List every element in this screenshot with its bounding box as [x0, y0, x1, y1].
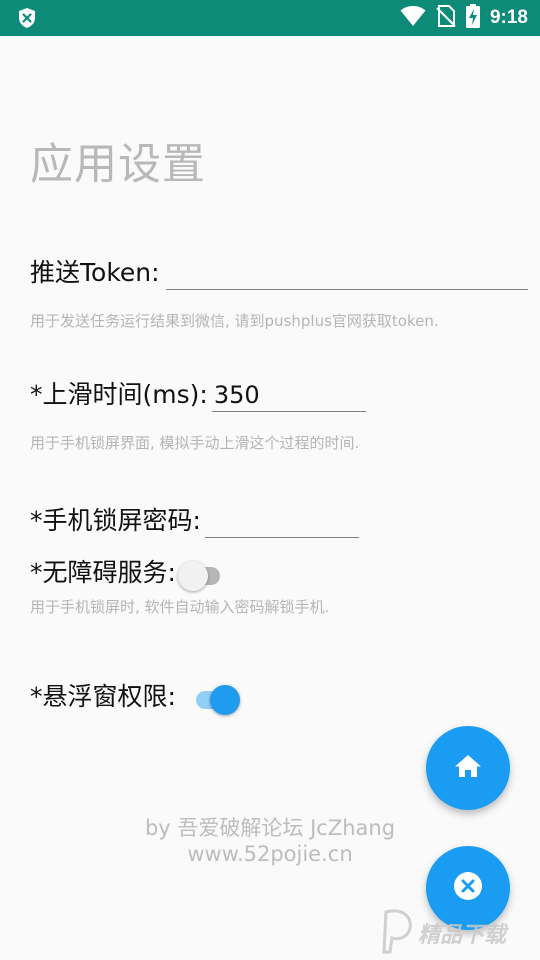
lock-password-row: *手机锁屏密码:: [30, 504, 359, 538]
battery-charging-icon: [465, 4, 480, 32]
accessibility-toggle[interactable]: [177, 557, 226, 591]
floating-window-toggle[interactable]: [190, 681, 240, 715]
token-label: 推送Token:: [30, 258, 160, 287]
home-fab[interactable]: [426, 726, 510, 810]
no-sim-icon: [436, 5, 456, 31]
home-icon: [453, 751, 483, 785]
accessibility-hint: 用于手机锁屏时, 软件自动输入密码解锁手机.: [30, 598, 330, 616]
token-input[interactable]: [165, 256, 528, 290]
status-icons: 9:18: [400, 0, 528, 36]
swipe-time-input[interactable]: [211, 378, 366, 412]
token-row: 推送Token:: [30, 256, 528, 290]
lock-password-input[interactable]: [204, 504, 359, 538]
token-hint: 用于发送任务运行结果到微信, 请到pushplus官网获取token.: [30, 312, 439, 330]
credits-author: by 吾爱破解论坛 JcZhang: [144, 816, 396, 840]
swipe-time-row: *上滑时间(ms):: [30, 378, 366, 412]
floating-window-row: *悬浮窗权限:: [30, 680, 240, 715]
floating-window-label: *悬浮窗权限:: [30, 682, 176, 711]
lock-password-label: *手机锁屏密码:: [30, 506, 201, 535]
accessibility-row: *无障碍服务:: [30, 556, 226, 591]
floating-window-toggle-thumb: [209, 685, 240, 715]
close-circle-icon: [452, 870, 484, 906]
watermark-logo-icon: [380, 908, 414, 958]
shield-x-icon: [16, 7, 38, 29]
wifi-icon: [400, 5, 426, 31]
swipe-time-label: *上滑时间(ms):: [30, 380, 208, 409]
accessibility-label: *无障碍服务:: [30, 558, 176, 587]
accessibility-toggle-thumb: [177, 561, 208, 591]
status-time: 9:18: [489, 7, 528, 28]
watermark: 精品下载: [380, 906, 540, 960]
swipe-time-hint: 用于手机锁屏界面, 模拟手动上滑这个过程的时间.: [30, 434, 360, 452]
page-title: 应用设置: [30, 140, 206, 190]
watermark-text: 精品下载: [418, 923, 507, 948]
status-bar: 9:18: [0, 0, 540, 36]
